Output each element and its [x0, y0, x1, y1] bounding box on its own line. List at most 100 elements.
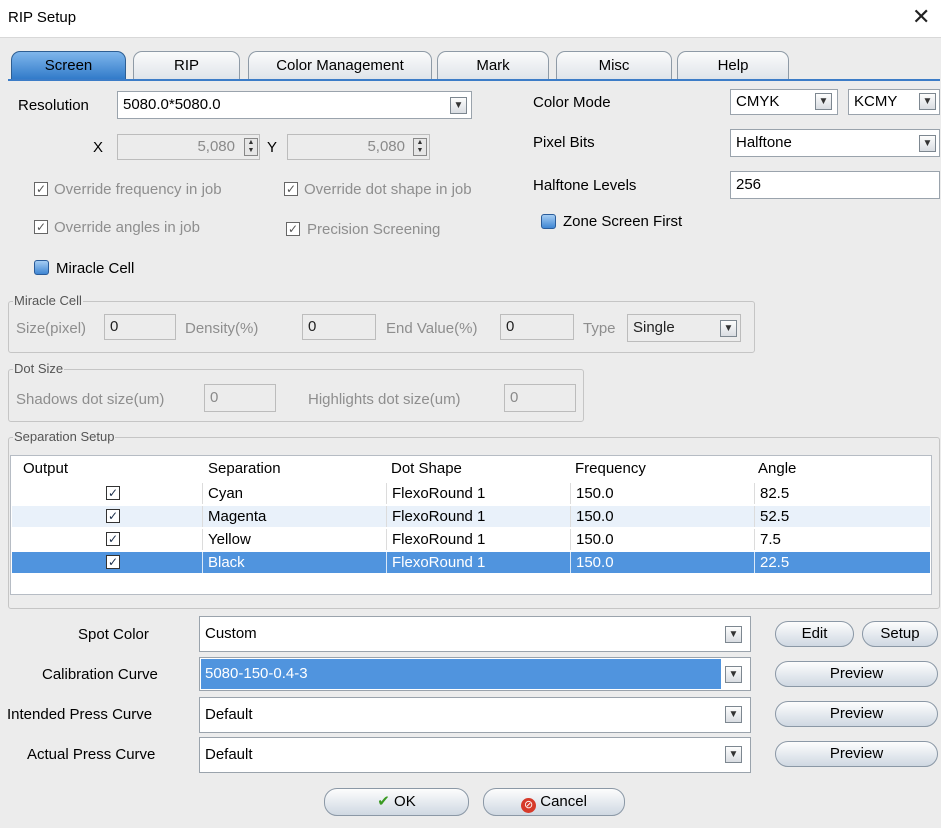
- output-checkbox[interactable]: ✓: [106, 509, 120, 523]
- end-value-input[interactable]: 0: [500, 314, 574, 340]
- spot-color-label: Spot Color: [78, 626, 149, 643]
- frequency-cell: 150.0: [576, 508, 614, 525]
- setup-button[interactable]: Setup: [862, 621, 938, 647]
- chevron-down-icon[interactable]: ▼: [725, 706, 742, 723]
- y-value: 5,080: [367, 138, 405, 155]
- shadows-dot-size-input[interactable]: 0: [204, 384, 276, 412]
- chevron-down-icon[interactable]: ▼: [450, 97, 467, 114]
- intended-preview-button[interactable]: Preview: [775, 701, 938, 727]
- column-header[interactable]: Angle: [758, 460, 796, 477]
- chevron-down-icon[interactable]: ▼: [919, 93, 936, 110]
- tab-help[interactable]: Help: [677, 51, 789, 79]
- column-header[interactable]: Output: [23, 460, 68, 477]
- actual-press-curve-label: Actual Press Curve: [27, 746, 156, 763]
- miracle-cell-group-title: Miracle Cell: [13, 293, 83, 308]
- y-spinner-icon[interactable]: ▲ ▼: [413, 138, 427, 156]
- calibration-curve-select[interactable]: 5080-150-0.4-3: [199, 657, 751, 691]
- resolution-label: Resolution: [18, 97, 89, 114]
- spot-color-select[interactable]: Custom: [199, 616, 751, 652]
- y-input[interactable]: 5,080: [287, 134, 430, 160]
- output-checkbox[interactable]: ✓: [106, 486, 120, 500]
- precision-screening-checkbox[interactable]: ✓: [286, 222, 300, 236]
- output-checkbox[interactable]: ✓: [106, 532, 120, 546]
- halftone-levels-value: 256: [736, 176, 762, 193]
- table-row[interactable]: ✓ Magenta FlexoRound 1 150.0 52.5: [12, 506, 930, 527]
- tab-mark[interactable]: Mark: [437, 51, 549, 79]
- chevron-down-icon[interactable]: ▼: [725, 626, 742, 643]
- pixel-bits-select[interactable]: Halftone: [730, 129, 940, 157]
- miracle-cell-toggle[interactable]: [34, 260, 49, 275]
- column-header[interactable]: Separation: [208, 460, 281, 477]
- halftone-levels-input[interactable]: 256: [730, 171, 940, 199]
- end-value-label: End Value(%): [386, 320, 478, 337]
- column-header[interactable]: Dot Shape: [391, 460, 462, 477]
- edit-button[interactable]: Edit: [775, 621, 854, 647]
- x-input[interactable]: 5,080: [117, 134, 260, 160]
- intended-press-curve-label: Intended Press Curve: [7, 706, 153, 723]
- y-label: Y: [267, 139, 278, 156]
- separation-cell: Cyan: [208, 485, 244, 502]
- tab-misc[interactable]: Misc: [556, 51, 672, 79]
- actual-press-curve-select[interactable]: Default: [199, 737, 751, 773]
- close-icon[interactable]: ✕: [912, 4, 930, 30]
- pixel-bits-label: Pixel Bits: [533, 134, 595, 151]
- override-frequency-label: Override frequency in job: [54, 181, 222, 198]
- angle-cell: 52.5: [760, 508, 790, 525]
- table-row[interactable]: ✓ Yellow FlexoRound 1 150.0 7.5: [12, 529, 930, 550]
- chevron-down-icon[interactable]: ▼: [720, 320, 737, 337]
- calibration-curve-value: 5080-150-0.4-3: [205, 665, 308, 682]
- ok-button[interactable]: ✔ OK: [324, 788, 469, 816]
- calibration-curve-label: Calibration Curve: [42, 666, 158, 683]
- density-input[interactable]: 0: [302, 314, 376, 340]
- cancel-button[interactable]: ⊘ Cancel: [483, 788, 625, 816]
- override-frequency-checkbox[interactable]: ✓: [34, 182, 48, 196]
- override-angles-checkbox[interactable]: ✓: [34, 220, 48, 234]
- table-row[interactable]: ✓ Cyan FlexoRound 1 150.0 82.5: [12, 483, 930, 504]
- angle-cell: 82.5: [760, 485, 790, 502]
- x-value: 5,080: [197, 138, 235, 155]
- override-dot-shape-checkbox[interactable]: ✓: [284, 182, 298, 196]
- x-label: X: [93, 139, 104, 156]
- color-mode-label: Color Mode: [533, 94, 611, 111]
- actual-preview-button[interactable]: Preview: [775, 741, 938, 767]
- separation-setup-title: Separation Setup: [13, 429, 116, 444]
- chevron-down-icon[interactable]: ▼: [919, 135, 936, 152]
- title-bar: RIP Setup ✕: [0, 0, 941, 38]
- chevron-down-icon[interactable]: ▼: [725, 666, 742, 683]
- angle-cell: 22.5: [760, 554, 790, 571]
- chevron-down-icon[interactable]: ▼: [815, 93, 832, 110]
- separation-table: Output Separation Dot Shape Frequency An…: [10, 455, 932, 595]
- column-header[interactable]: Frequency: [575, 460, 646, 477]
- intended-press-curve-select[interactable]: Default: [199, 697, 751, 733]
- frequency-cell: 150.0: [576, 531, 614, 548]
- tab-screen[interactable]: Screen: [11, 51, 126, 80]
- override-angles-label: Override angles in job: [54, 219, 200, 236]
- precision-screening-label: Precision Screening: [307, 221, 441, 238]
- halftone-levels-label: Halftone Levels: [533, 177, 637, 194]
- tab-divider: [8, 79, 940, 81]
- dot-shape-cell: FlexoRound 1: [392, 554, 486, 571]
- shadows-dot-size-label: Shadows dot size(um): [16, 391, 165, 408]
- dot-shape-cell: FlexoRound 1: [392, 508, 486, 525]
- zone-screen-first-toggle[interactable]: [541, 214, 556, 229]
- check-icon: ✔: [377, 793, 390, 810]
- resolution-select[interactable]: 5080.0*5080.0: [117, 91, 472, 119]
- tab-color-management[interactable]: Color Management: [248, 51, 432, 79]
- type-label: Type: [583, 320, 616, 337]
- zone-screen-first-label: Zone Screen First: [563, 213, 683, 230]
- override-dot-shape-label: Override dot shape in job: [304, 181, 472, 198]
- density-label: Density(%): [185, 320, 259, 337]
- calibration-preview-button[interactable]: Preview: [775, 661, 938, 687]
- highlights-dot-size-input[interactable]: 0: [504, 384, 576, 412]
- separation-cell: Yellow: [208, 531, 251, 548]
- size-pixel-input[interactable]: 0: [104, 314, 176, 340]
- frequency-cell: 150.0: [576, 554, 614, 571]
- color-mode-value: CMYK: [736, 93, 780, 110]
- dot-size-group-title: Dot Size: [13, 361, 65, 376]
- output-checkbox[interactable]: ✓: [106, 555, 120, 569]
- table-row-selected[interactable]: ✓ Black FlexoRound 1 150.0 22.5: [12, 552, 930, 573]
- dot-shape-cell: FlexoRound 1: [392, 485, 486, 502]
- x-spinner-icon[interactable]: ▲ ▼: [244, 138, 258, 156]
- tab-rip[interactable]: RIP: [133, 51, 240, 79]
- chevron-down-icon[interactable]: ▼: [725, 746, 742, 763]
